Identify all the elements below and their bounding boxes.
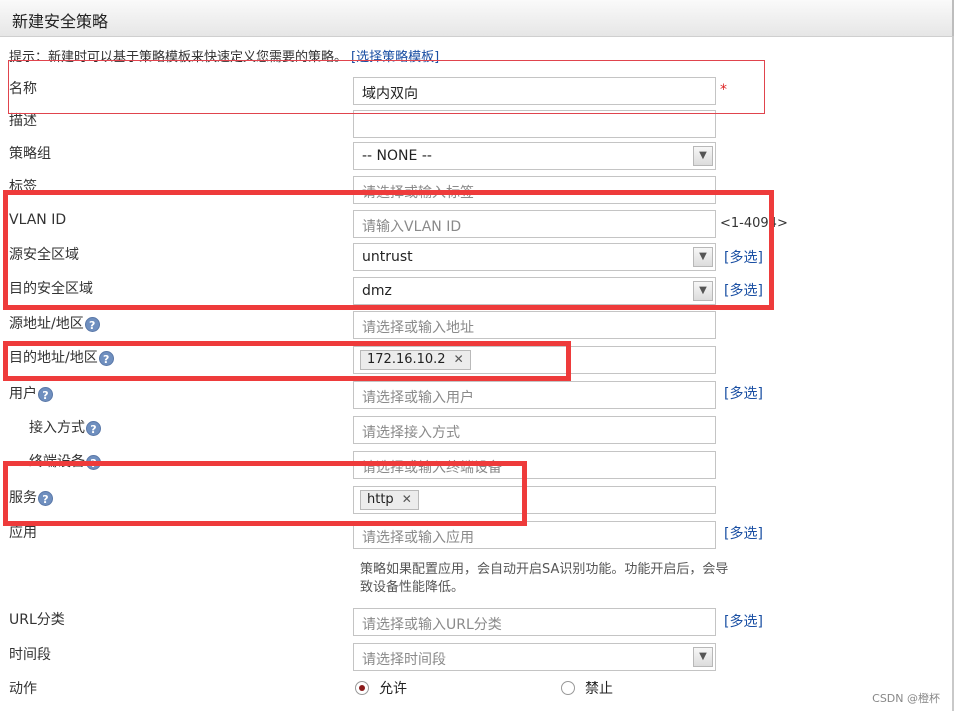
action-deny-label: 禁止 <box>585 681 613 697</box>
time-range-select[interactable]: 请选择时间段 ▼ <box>353 643 716 671</box>
help-icon[interactable]: ? <box>38 386 53 402</box>
annotation-box-vlan-zones <box>3 190 774 310</box>
annotation-box-service <box>3 461 527 526</box>
user-label-text: 用户 <box>9 386 37 402</box>
src-addr-input[interactable]: 请选择或输入地址 <box>353 311 716 339</box>
action-label: 动作 <box>9 681 37 697</box>
access-mode-label: 接入方式? <box>29 417 101 437</box>
src-addr-label: 源地址/地区? <box>9 313 100 333</box>
user-placeholder: 请选择或输入用户 <box>362 390 474 406</box>
window-title: 新建安全策略 <box>12 12 109 31</box>
chevron-down-icon[interactable]: ▼ <box>693 647 713 667</box>
help-icon[interactable]: ? <box>86 420 101 436</box>
help-icon[interactable]: ? <box>84 316 100 332</box>
action-allow-radio[interactable]: 允许 <box>355 678 407 698</box>
access-mode-placeholder: 请选择接入方式 <box>362 425 460 441</box>
src-addr-placeholder: 请选择或输入地址 <box>362 320 474 336</box>
application-multiselect-link[interactable]: [多选] <box>724 523 763 543</box>
url-category-placeholder: 请选择或输入URL分类 <box>362 617 502 633</box>
radio-unselected-icon[interactable] <box>561 681 575 695</box>
radio-selected-icon[interactable] <box>355 681 369 695</box>
annotation-box-name <box>8 60 765 114</box>
watermark: CSDN @橙杯 <box>872 692 940 705</box>
url-category-multiselect-link[interactable]: [多选] <box>724 611 763 631</box>
action-allow-label: 允许 <box>379 681 407 697</box>
src-addr-label-text: 源地址/地区 <box>9 316 84 332</box>
title-bar: 新建安全策略 <box>0 0 954 37</box>
user-multiselect-link[interactable]: [多选] <box>724 383 763 403</box>
chevron-down-icon[interactable]: ▼ <box>693 146 713 166</box>
annotation-box-dst-addr <box>3 341 571 381</box>
url-category-input[interactable]: 请选择或输入URL分类 <box>353 608 716 636</box>
time-range-label: 时间段 <box>9 647 51 663</box>
policy-group-select[interactable]: -- NONE -- ▼ <box>353 142 716 170</box>
url-category-label: URL分类 <box>9 612 65 628</box>
time-range-placeholder: 请选择时间段 <box>362 652 446 668</box>
description-input[interactable] <box>353 110 716 138</box>
user-input[interactable]: 请选择或输入用户 <box>353 381 716 409</box>
user-label: 用户? <box>9 383 53 403</box>
access-mode-input[interactable]: 请选择接入方式 <box>353 416 716 444</box>
access-mode-label-text: 接入方式 <box>29 420 85 436</box>
policy-group-value: -- NONE -- <box>362 148 432 164</box>
action-deny-radio[interactable]: 禁止 <box>561 678 613 698</box>
application-placeholder: 请选择或输入应用 <box>362 530 474 546</box>
application-note: 策略如果配置应用，会自动开启SA识别功能。功能开启后，会导致设备性能降低。 <box>360 562 729 595</box>
policy-group-label: 策略组 <box>9 146 51 162</box>
